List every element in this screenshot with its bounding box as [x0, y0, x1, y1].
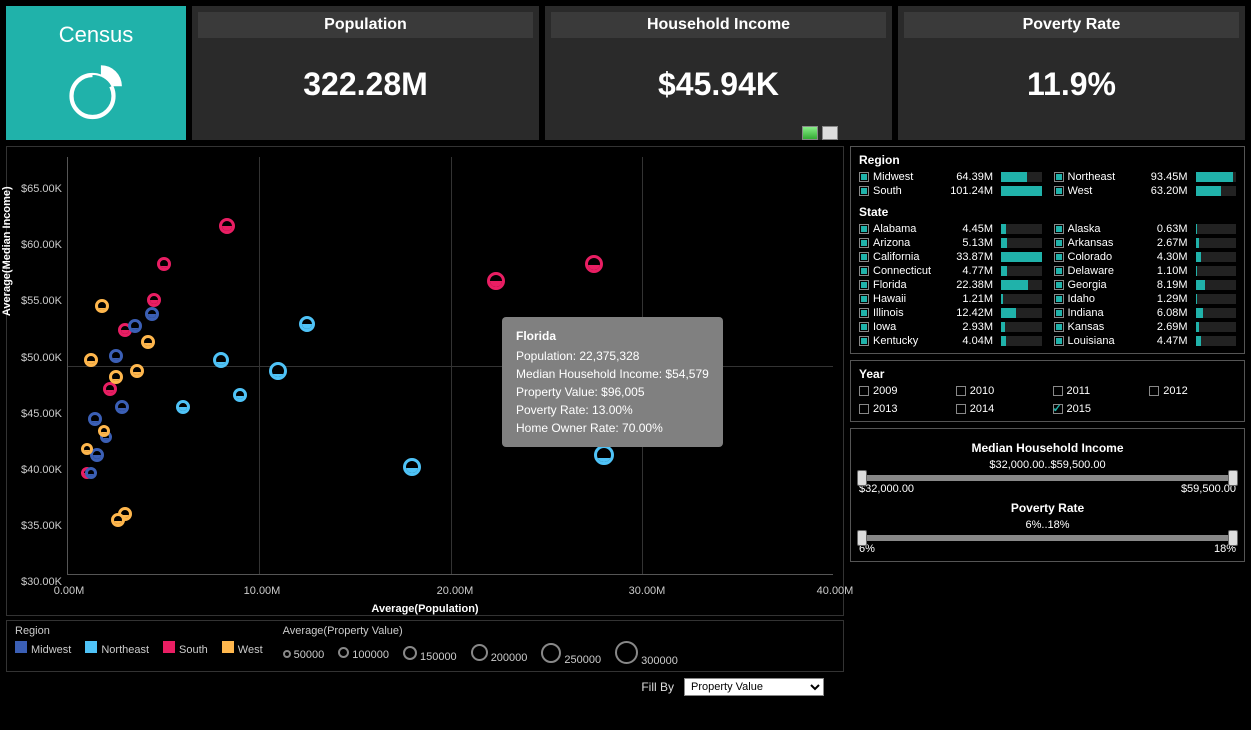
kpi-value: 11.9%	[1027, 66, 1116, 103]
state-filter-item[interactable]: Iowa2.93M	[859, 321, 1042, 333]
state-filter-item[interactable]: Kansas2.69M	[1054, 321, 1237, 333]
state-filter-item[interactable]: Illinois12.42M	[859, 307, 1042, 319]
kpi-value: 322.28M	[303, 66, 428, 103]
state-filter-item[interactable]: Arizona5.13M	[859, 237, 1042, 249]
chart-legend: Region MidwestNortheastSouthWest Average…	[6, 620, 844, 672]
legend-size-item: 100000	[338, 647, 389, 661]
state-filter-item[interactable]: Connecticut4.77M	[859, 265, 1042, 277]
logo-card: Census	[6, 6, 186, 140]
region-filter-item[interactable]: Northeast93.45M	[1054, 171, 1237, 183]
data-point[interactable]	[109, 349, 123, 363]
data-point[interactable]	[128, 319, 142, 333]
kpi-value: $45.94K	[658, 66, 779, 103]
legend-item[interactable]: West	[222, 641, 263, 656]
data-point[interactable]	[233, 388, 247, 402]
state-filter-item[interactable]: Hawaii1.21M	[859, 293, 1042, 305]
data-point[interactable]	[84, 353, 98, 367]
region-filter-item[interactable]: South101.24M	[859, 185, 1042, 197]
fill-by-select[interactable]: Property Value	[684, 678, 824, 696]
data-point[interactable]	[403, 458, 421, 476]
kpi-title: Population	[198, 12, 533, 38]
legend-size-item: 250000	[541, 643, 601, 666]
kpi-population: Population 322.28M	[192, 6, 539, 140]
state-filter-item[interactable]: Alabama4.45M	[859, 223, 1042, 235]
year-filter-panel: Year 2009201020112012201320142015	[850, 360, 1245, 422]
year-filter-item[interactable]: 2015	[1053, 403, 1140, 415]
legend-item[interactable]: Midwest	[15, 641, 71, 656]
kpi-poverty-rate: Poverty Rate 11.9%	[898, 6, 1245, 140]
range-slider[interactable]: Median Household Income$32,000.00..$59,5…	[859, 441, 1236, 495]
data-point[interactable]	[85, 467, 97, 479]
data-point[interactable]	[111, 513, 125, 527]
state-filter-item[interactable]: Alaska0.63M	[1054, 223, 1237, 235]
state-filter-item[interactable]: Arkansas2.67M	[1054, 237, 1237, 249]
x-axis-title: Average(Population)	[371, 603, 478, 615]
slider-panel: Median Household Income$32,000.00..$59,5…	[850, 428, 1245, 562]
region-filter-item[interactable]: Midwest64.39M	[859, 171, 1042, 183]
data-point[interactable]	[213, 352, 229, 368]
year-filter-item[interactable]: 2014	[956, 403, 1043, 415]
year-filter-item[interactable]: 2012	[1149, 385, 1236, 397]
range-slider[interactable]: Poverty Rate6%..18%6%18%	[859, 501, 1236, 555]
data-point[interactable]	[147, 293, 161, 307]
legend-size-item: 200000	[471, 644, 528, 664]
legend-item[interactable]: South	[163, 641, 208, 656]
state-filter-item[interactable]: Delaware1.10M	[1054, 265, 1237, 277]
state-filter-item[interactable]: Georgia8.19M	[1054, 279, 1237, 291]
data-point[interactable]	[115, 400, 129, 414]
data-point[interactable]	[585, 255, 603, 273]
legend-size-item: 300000	[615, 641, 678, 667]
state-filter-item[interactable]: Colorado4.30M	[1054, 251, 1237, 263]
state-filter-item[interactable]: California33.87M	[859, 251, 1042, 263]
data-point[interactable]	[81, 443, 93, 455]
kpi-title: Poverty Rate	[904, 12, 1239, 38]
scatter-chart[interactable]: Average(Median Income) $65.00K $60.00K $…	[6, 146, 844, 696]
state-filter-item[interactable]: Louisiana4.47M	[1054, 335, 1237, 347]
kpi-household-income: Household Income $45.94K	[545, 6, 892, 140]
data-point[interactable]	[145, 307, 159, 321]
logo-label: Census	[59, 22, 134, 48]
data-point[interactable]	[176, 400, 190, 414]
data-point[interactable]	[299, 316, 315, 332]
region-filter-panel: Region Midwest64.39MNortheast93.45MSouth…	[850, 146, 1245, 354]
state-filter-item[interactable]: Indiana6.08M	[1054, 307, 1237, 319]
data-point[interactable]	[103, 382, 117, 396]
data-point[interactable]	[219, 218, 235, 234]
tooltip: Florida Population: 22,375,328 Median Ho…	[502, 317, 723, 447]
region-filter-item[interactable]: West63.20M	[1054, 185, 1237, 197]
year-filter-item[interactable]: 2010	[956, 385, 1043, 397]
maximize-icon[interactable]	[822, 126, 838, 140]
state-filter-item[interactable]: Idaho1.29M	[1054, 293, 1237, 305]
year-filter-item[interactable]: 2013	[859, 403, 946, 415]
legend-size-item: 50000	[283, 647, 325, 661]
year-filter-item[interactable]: 2009	[859, 385, 946, 397]
state-filter-item[interactable]: Kentucky4.04M	[859, 335, 1042, 347]
legend-item[interactable]: Northeast	[85, 641, 149, 656]
data-point[interactable]	[88, 412, 102, 426]
pie-chart-icon	[61, 54, 131, 124]
data-point[interactable]	[487, 272, 505, 290]
data-point[interactable]	[269, 362, 287, 380]
data-point[interactable]	[98, 425, 110, 437]
state-filter-item[interactable]: Florida22.38M	[859, 279, 1042, 291]
data-point[interactable]	[157, 257, 171, 271]
data-point[interactable]	[130, 364, 144, 378]
year-filter-item[interactable]: 2011	[1053, 385, 1140, 397]
fill-by-label: Fill By	[641, 680, 674, 694]
legend-size-item: 150000	[403, 646, 457, 663]
data-point[interactable]	[95, 299, 109, 313]
data-point[interactable]	[141, 335, 155, 349]
data-point[interactable]	[109, 370, 123, 384]
kpi-title: Household Income	[551, 12, 886, 38]
export-excel-icon[interactable]	[802, 126, 818, 140]
data-point[interactable]	[594, 445, 614, 465]
